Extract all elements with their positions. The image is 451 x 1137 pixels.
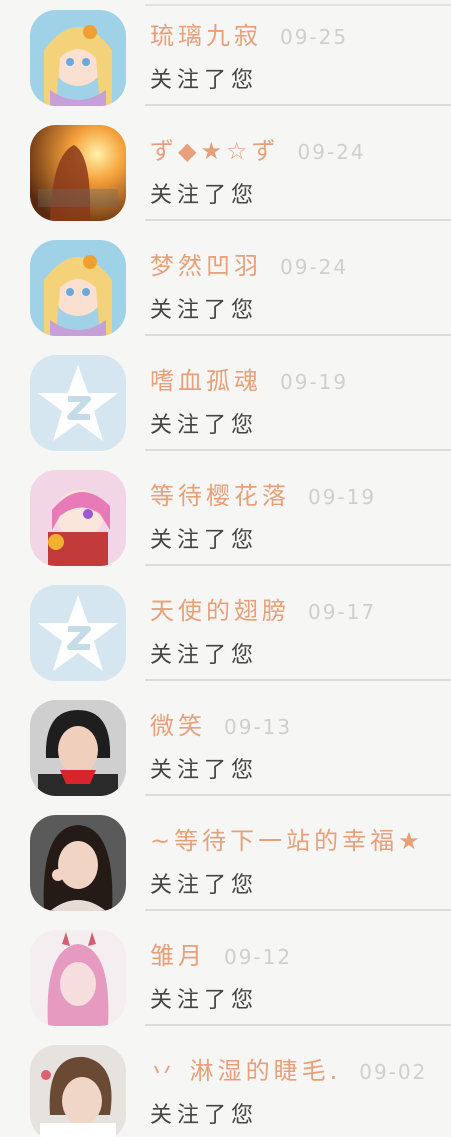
follow-date: 09-24 bbox=[297, 140, 366, 164]
avatar[interactable] bbox=[30, 10, 126, 106]
user-name[interactable]: 雏月 bbox=[150, 942, 206, 970]
avatar[interactable] bbox=[30, 125, 126, 221]
avatar[interactable] bbox=[30, 930, 126, 1026]
user-name[interactable]: ~等待下一站的幸福★ bbox=[150, 827, 424, 855]
user-name[interactable]: 琉璃九寂 bbox=[150, 22, 262, 50]
follow-date: 09-24 bbox=[280, 255, 349, 279]
user-name[interactable]: ず◆★☆ず bbox=[150, 137, 280, 165]
notification-message: 关注了您 bbox=[150, 413, 259, 438]
default-qzone-avatar-image bbox=[30, 355, 126, 451]
list-item[interactable]: 梦然凹羽 09-24 关注了您 bbox=[0, 230, 451, 345]
list-item[interactable]: 微笑 09-13 关注了您 bbox=[0, 690, 451, 805]
notification-message: 关注了您 bbox=[150, 183, 259, 208]
divider bbox=[145, 1024, 451, 1026]
list-item[interactable]: 琉璃九寂 09-25 关注了您 bbox=[0, 0, 451, 115]
notification-message: 关注了您 bbox=[150, 298, 259, 323]
list-item[interactable]: 天使的翅膀 09-17 关注了您 bbox=[0, 575, 451, 690]
list-item[interactable]: ず◆★☆ず 09-24 关注了您 bbox=[0, 115, 451, 230]
divider bbox=[145, 219, 451, 221]
anime-girl-avatar-image bbox=[30, 10, 126, 106]
follow-date: 09-12 bbox=[224, 945, 293, 969]
woman-photo-avatar-image bbox=[30, 700, 126, 796]
follow-date: 09-19 bbox=[280, 370, 349, 394]
sunset-photo-avatar-image bbox=[30, 125, 126, 221]
pink-hair-avatar-image bbox=[30, 930, 126, 1026]
notification-message: 关注了您 bbox=[150, 68, 259, 93]
divider bbox=[145, 334, 451, 336]
list-item[interactable]: 等待樱花落 09-19 关注了您 bbox=[0, 460, 451, 575]
user-name[interactable]: 丷 淋湿的睫毛. bbox=[150, 1057, 341, 1085]
list-item[interactable]: 嗜血孤魂 09-19 关注了您 bbox=[0, 345, 451, 460]
notification-message: 关注了您 bbox=[150, 528, 259, 553]
notification-message: 关注了您 bbox=[150, 988, 259, 1013]
avatar[interactable] bbox=[30, 240, 126, 336]
follow-date: 09-13 bbox=[224, 715, 293, 739]
avatar[interactable] bbox=[30, 815, 126, 911]
list-item[interactable]: ~等待下一站的幸福★ 关注了您 bbox=[0, 805, 451, 920]
follow-date: 09-02 bbox=[359, 1060, 428, 1084]
follow-date: 09-19 bbox=[308, 485, 377, 509]
anime-character-avatar-image bbox=[30, 470, 126, 566]
default-qzone-avatar-image bbox=[30, 585, 126, 681]
divider bbox=[145, 909, 451, 911]
list-item[interactable]: 丷 淋湿的睫毛. 09-02 关注了您 bbox=[0, 1035, 451, 1137]
woman-photo-avatar-image bbox=[30, 1045, 126, 1137]
notification-message: 关注了您 bbox=[150, 758, 259, 783]
avatar[interactable] bbox=[30, 355, 126, 451]
divider bbox=[145, 679, 451, 681]
follow-date: 09-25 bbox=[280, 25, 349, 49]
user-name[interactable]: 微笑 bbox=[150, 712, 206, 740]
divider bbox=[145, 564, 451, 566]
anime-girl-avatar-image bbox=[30, 240, 126, 336]
avatar[interactable] bbox=[30, 1045, 126, 1137]
user-name[interactable]: 梦然凹羽 bbox=[150, 252, 262, 280]
notification-message: 关注了您 bbox=[150, 1103, 259, 1128]
avatar[interactable] bbox=[30, 700, 126, 796]
divider bbox=[145, 449, 451, 451]
list-item[interactable]: 雏月 09-12 关注了您 bbox=[0, 920, 451, 1035]
user-name[interactable]: 天使的翅膀 bbox=[150, 597, 290, 625]
user-name[interactable]: 嗜血孤魂 bbox=[150, 367, 262, 395]
avatar[interactable] bbox=[30, 585, 126, 681]
user-name[interactable]: 等待樱花落 bbox=[150, 482, 290, 510]
notification-message: 关注了您 bbox=[150, 643, 259, 668]
notification-message: 关注了您 bbox=[150, 873, 259, 898]
follower-notification-list: 琉璃九寂 09-25 关注了您 ず◆★☆ず 09-24 关注了您 梦然凹羽 09… bbox=[0, 0, 451, 1137]
divider bbox=[145, 794, 451, 796]
divider bbox=[145, 104, 451, 106]
woman-photo-avatar-image bbox=[30, 815, 126, 911]
avatar[interactable] bbox=[30, 470, 126, 566]
follow-date: 09-17 bbox=[308, 600, 377, 624]
